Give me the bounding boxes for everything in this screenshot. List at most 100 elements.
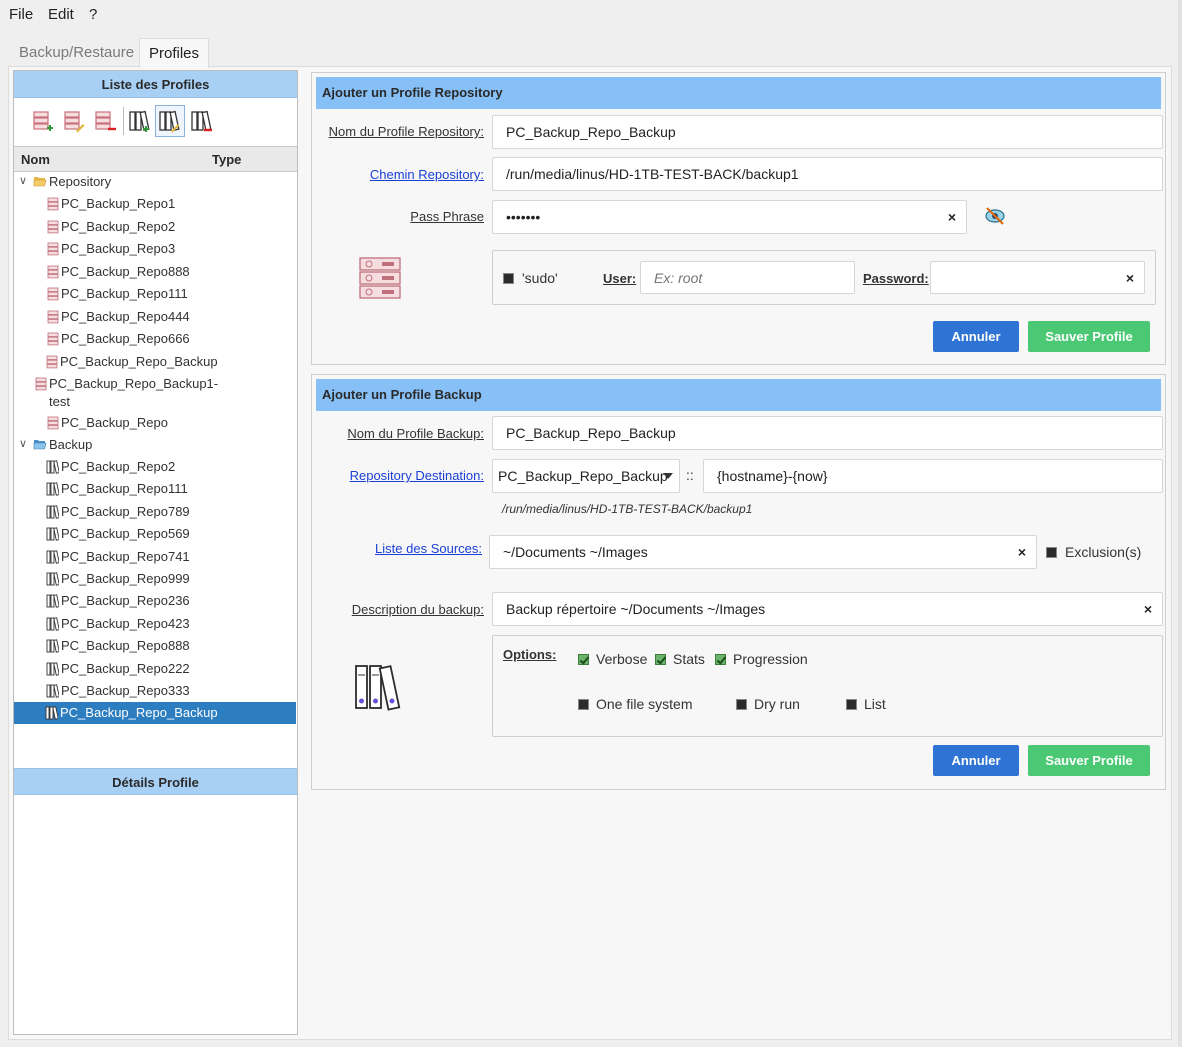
tree-item-label: test (49, 394, 70, 409)
tree-item-backup[interactable]: PC_Backup_Repo236 (14, 590, 296, 612)
tree-item-backup[interactable]: PC_Backup_Repo333 (14, 680, 296, 702)
tree-item-repository[interactable]: PC_Backup_Repo_Backup (14, 351, 296, 373)
repo-icon (47, 332, 59, 349)
tab-profiles[interactable]: Profiles (139, 38, 210, 68)
description-value: Backup répertoire ~/Documents ~/Images (506, 601, 766, 617)
column-name[interactable]: Nom (21, 152, 50, 167)
repo-destination-path: /run/media/linus/HD-1TB-TEST-BACK/backup… (502, 502, 753, 516)
tree-folder-backup[interactable]: ∨ Backup (14, 434, 296, 456)
tree-folder-label: Backup (49, 437, 93, 452)
tree-item-repository[interactable]: test (14, 391, 296, 413)
backup-icon (46, 550, 60, 567)
show-password-button[interactable] (984, 206, 1006, 229)
tree-item-backup[interactable]: PC_Backup_Repo741 (14, 546, 296, 568)
tree-item-label: PC_Backup_Repo999 (61, 571, 190, 586)
tree-item-label: PC_Backup_Repo1 (61, 196, 176, 211)
tree-item-repository[interactable]: PC_Backup_Repo2 (14, 216, 296, 238)
tree-item-label: PC_Backup_Repo2 (61, 219, 176, 234)
exclusion-checkbox[interactable] (1046, 547, 1057, 558)
user-label: User: (603, 271, 637, 286)
sources-clear-icon[interactable]: × (1018, 536, 1026, 568)
repo-destination-value: PC_Backup_Repo_Backup (498, 468, 668, 484)
edit-backup-button[interactable] (155, 105, 185, 137)
backup-icon (46, 527, 60, 544)
backup-cancel-button[interactable]: Annuler (933, 745, 1019, 776)
one-file-system-checkbox[interactable] (578, 699, 589, 710)
repo-path-label[interactable]: Chemin Repository: (370, 167, 484, 182)
chevron-down-icon[interactable]: ∨ (19, 174, 27, 187)
sources-input[interactable]: ~/Documents ~/Images × (489, 535, 1037, 569)
repo-path-input[interactable]: /run/media/linus/HD-1TB-TEST-BACK/backup… (492, 157, 1163, 191)
backup-icon (46, 482, 60, 499)
sudo-password-input[interactable]: × (930, 261, 1145, 294)
tree-item-backup[interactable]: PC_Backup_Repo111 (14, 478, 296, 500)
tree-item-backup[interactable]: PC_Backup_Repo2 (14, 456, 296, 478)
menu-help[interactable]: ? (89, 6, 97, 23)
user-input[interactable] (640, 261, 855, 294)
repo-cancel-button[interactable]: Annuler (933, 321, 1019, 352)
edit-repo-button[interactable] (59, 105, 89, 137)
menu-edit[interactable]: Edit (48, 6, 74, 23)
list-checkbox[interactable] (846, 699, 857, 710)
repo-destination-select[interactable]: PC_Backup_Repo_Backup (492, 459, 680, 493)
column-type[interactable]: Type (212, 152, 241, 167)
delete-backup-button[interactable] (187, 105, 217, 137)
backup-icon (46, 572, 60, 589)
tree-item-repository[interactable]: PC_Backup_Repo888 (14, 261, 296, 283)
add-repo-icon (33, 111, 53, 131)
archive-name-input[interactable]: {hostname}-{now} (703, 459, 1163, 493)
tree-item-backup[interactable]: PC_Backup_Repo789 (14, 501, 296, 523)
backup-icon (46, 505, 60, 522)
tree-item-label: PC_Backup_Repo888 (61, 638, 190, 653)
add-backup-button[interactable] (125, 105, 155, 137)
sudo-checkbox[interactable] (503, 273, 514, 284)
description-clear-icon[interactable]: × (1144, 593, 1152, 625)
tab-backup-restaure[interactable]: Backup/Restaure (10, 38, 143, 68)
tree-item-repository[interactable]: PC_Backup_Repo3 (14, 238, 296, 260)
one-file-system-label: One file system (596, 696, 693, 712)
backup-save-button[interactable]: Sauver Profile (1028, 745, 1150, 776)
tree-item-backup-selected[interactable]: PC_Backup_Repo_Backup (14, 702, 296, 724)
tree-item-backup[interactable]: PC_Backup_Repo423 (14, 613, 296, 635)
tree-item-repository[interactable]: PC_Backup_Repo111 (14, 283, 296, 305)
exclusion-label: Exclusion(s) (1065, 544, 1142, 560)
backup-icon (45, 706, 59, 723)
description-input[interactable]: Backup répertoire ~/Documents ~/Images × (492, 592, 1163, 626)
repo-destination-label[interactable]: Repository Destination: (350, 468, 484, 483)
dry-run-checkbox[interactable] (736, 699, 747, 710)
tree-item-repository[interactable]: PC_Backup_Repo666 (14, 328, 296, 350)
tree-item-label: PC_Backup_Repo666 (61, 331, 190, 346)
menu-file[interactable]: File (9, 6, 33, 23)
tree-item-repository[interactable]: PC_Backup_Repo1 (14, 193, 296, 215)
tree-item-backup[interactable]: PC_Backup_Repo222 (14, 658, 296, 680)
repo-save-button[interactable]: Sauver Profile (1028, 321, 1150, 352)
backup-name-input[interactable]: PC_Backup_Repo_Backup (492, 416, 1163, 450)
tree-item-label: PC_Backup_Repo444 (61, 309, 190, 324)
pass-phrase-value: ••••••• (506, 209, 541, 225)
tree-item-repository[interactable]: PC_Backup_Repo444 (14, 306, 296, 328)
chevron-down-icon[interactable]: ∨ (19, 437, 27, 450)
verbose-checkbox[interactable] (578, 654, 589, 665)
add-repo-button[interactable] (28, 105, 58, 137)
repo-icon (47, 197, 59, 214)
delete-repo-icon (95, 111, 116, 131)
sources-label[interactable]: Liste des Sources: (375, 541, 482, 556)
progression-checkbox[interactable] (715, 654, 726, 665)
pass-phrase-label: Pass Phrase (410, 209, 484, 224)
tree-item-backup[interactable]: PC_Backup_Repo888 (14, 635, 296, 657)
delete-repo-button[interactable] (90, 105, 120, 137)
pass-phrase-input[interactable]: ••••••• × (492, 200, 967, 234)
repo-name-input[interactable]: PC_Backup_Repo_Backup (492, 115, 1163, 149)
pass-clear-icon[interactable]: × (948, 201, 956, 233)
tree-folder-repository[interactable]: ∨ Repository (14, 171, 296, 193)
tree-item-repository[interactable]: PC_Backup_Repo (14, 412, 296, 434)
backup-icon (46, 617, 60, 634)
tree-item-label: PC_Backup_Repo423 (61, 616, 190, 631)
tree-item-backup[interactable]: PC_Backup_Repo569 (14, 523, 296, 545)
password-label: Password: (863, 271, 929, 286)
repo-icon (47, 242, 59, 259)
tree-item-backup[interactable]: PC_Backup_Repo999 (14, 568, 296, 590)
stats-checkbox[interactable] (655, 654, 666, 665)
password-clear-icon[interactable]: × (1126, 262, 1134, 293)
eye-icon (985, 207, 1005, 225)
